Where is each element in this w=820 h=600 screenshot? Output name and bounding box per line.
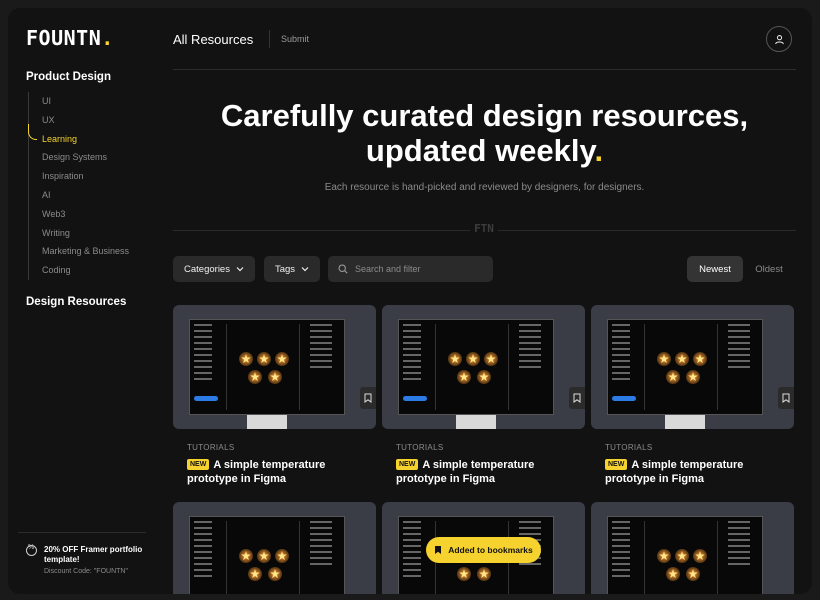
thumbnail-screen [607, 516, 763, 594]
thumbnail-screen [398, 319, 554, 415]
thumbnail-screen [189, 516, 345, 594]
card-category: TUTORIALS [187, 443, 235, 452]
page-title: All Resources [173, 32, 254, 47]
new-badge: NEW [605, 459, 628, 470]
chevron-down-icon [236, 267, 244, 272]
chevron-down-icon [301, 267, 309, 272]
bookmark-button[interactable] [778, 387, 794, 409]
resource-card[interactable]: TUTORIALS NEW A simple temperature protot… [591, 305, 794, 486]
discount-icon [26, 544, 37, 556]
sidebar-item-marketing-business[interactable]: Marketing & Business [29, 242, 148, 261]
resource-card[interactable]: TUTORIALS NEW A simple temperature protot… [173, 305, 376, 486]
sort-oldest-button[interactable]: Oldest [747, 256, 791, 282]
bookmark-icon [573, 393, 581, 403]
sidebar-item-design-systems[interactable]: Design Systems [29, 148, 148, 167]
bookmark-button[interactable] [569, 387, 585, 409]
sidebar-item-ui[interactable]: UI [29, 92, 148, 111]
card-category: TUTORIALS [396, 443, 444, 452]
search-icon [338, 264, 348, 274]
sidebar-item-learning[interactable]: Learning [28, 123, 148, 149]
search-box[interactable] [328, 256, 493, 282]
new-badge: NEW [396, 459, 419, 470]
promo-banner[interactable]: 20% OFF Framer portfolio template! Disco… [18, 532, 146, 575]
bookmark-button[interactable] [360, 387, 376, 409]
logo[interactable]: FOUNTN. [26, 26, 114, 50]
card-title[interactable]: NEW A simple temperature prototype in Fig… [187, 458, 366, 486]
bookmark-icon [782, 393, 790, 403]
card-title[interactable]: NEW A simple temperature prototype in Fig… [605, 458, 784, 486]
top-bar: All Resources Submit [173, 8, 796, 70]
sidebar-item-ux[interactable]: UX [29, 111, 148, 130]
sidebar: FOUNTN. Product Design UI UX Learning De… [8, 8, 153, 594]
sidebar-item-web3[interactable]: Web3 [29, 205, 148, 224]
section-title-product-design[interactable]: Product Design [26, 71, 111, 83]
resource-card[interactable]: TUTORIALS NEW A simple temperature protot… [382, 305, 585, 486]
card-thumbnail [173, 502, 376, 594]
submit-link[interactable]: Submit [281, 34, 309, 44]
card-category: TUTORIALS [605, 443, 653, 452]
bookmark-icon [435, 546, 442, 554]
header-divider [269, 30, 270, 48]
monitor-stand [456, 415, 496, 429]
hero-subtitle: Each resource is hand-picked and reviewe… [324, 182, 645, 193]
search-input[interactable] [355, 256, 485, 282]
tags-label: Tags [274, 263, 296, 275]
sidebar-item-ai[interactable]: AI [29, 186, 148, 205]
card-thumbnail [173, 305, 376, 429]
sidebar-item-coding[interactable]: Coding [29, 261, 148, 280]
hero-title-dot: . [594, 133, 604, 168]
categories-dropdown[interactable]: Categories [173, 256, 255, 282]
promo-title: 20% OFF Framer portfolio template! [44, 545, 143, 564]
thumbnail-screen [189, 319, 345, 415]
new-badge: NEW [187, 459, 210, 470]
section-title-design-resources[interactable]: Design Resources [26, 296, 126, 308]
sidebar-item-writing[interactable]: Writing [29, 224, 148, 243]
user-button[interactable] [766, 26, 792, 52]
monitor-stand [247, 415, 287, 429]
resource-card[interactable] [173, 502, 376, 594]
ftn-mark: FTN [470, 222, 498, 238]
bookmark-toast: Added to bookmarks [426, 537, 541, 563]
sidebar-nav: UI UX Learning Design Systems Inspiratio… [28, 92, 148, 280]
bookmark-icon [364, 393, 372, 403]
hero-title-line1: Carefully curated design resources, [220, 98, 749, 133]
hero-title-line2: updated weekly [365, 133, 595, 168]
user-icon [774, 34, 784, 44]
hero-title: Carefully curated design resources, upda… [173, 98, 796, 168]
toast-label: Added to bookmarks [448, 545, 533, 555]
sidebar-item-inspiration[interactable]: Inspiration [29, 167, 148, 186]
promo-code: Discount Code: "FOUNTN" [44, 568, 128, 575]
app-window: FOUNTN. Product Design UI UX Learning De… [8, 8, 812, 594]
tags-dropdown[interactable]: Tags [264, 256, 320, 282]
thumbnail-screen [607, 319, 763, 415]
sort-newest-button[interactable]: Newest [687, 256, 743, 282]
card-title[interactable]: NEW A simple temperature prototype in Fig… [396, 458, 575, 486]
monitor-stand [665, 415, 705, 429]
card-thumbnail [382, 305, 585, 429]
card-thumbnail [591, 305, 794, 429]
categories-label: Categories [184, 263, 230, 275]
card-thumbnail [591, 502, 794, 594]
resource-card[interactable] [591, 502, 794, 594]
